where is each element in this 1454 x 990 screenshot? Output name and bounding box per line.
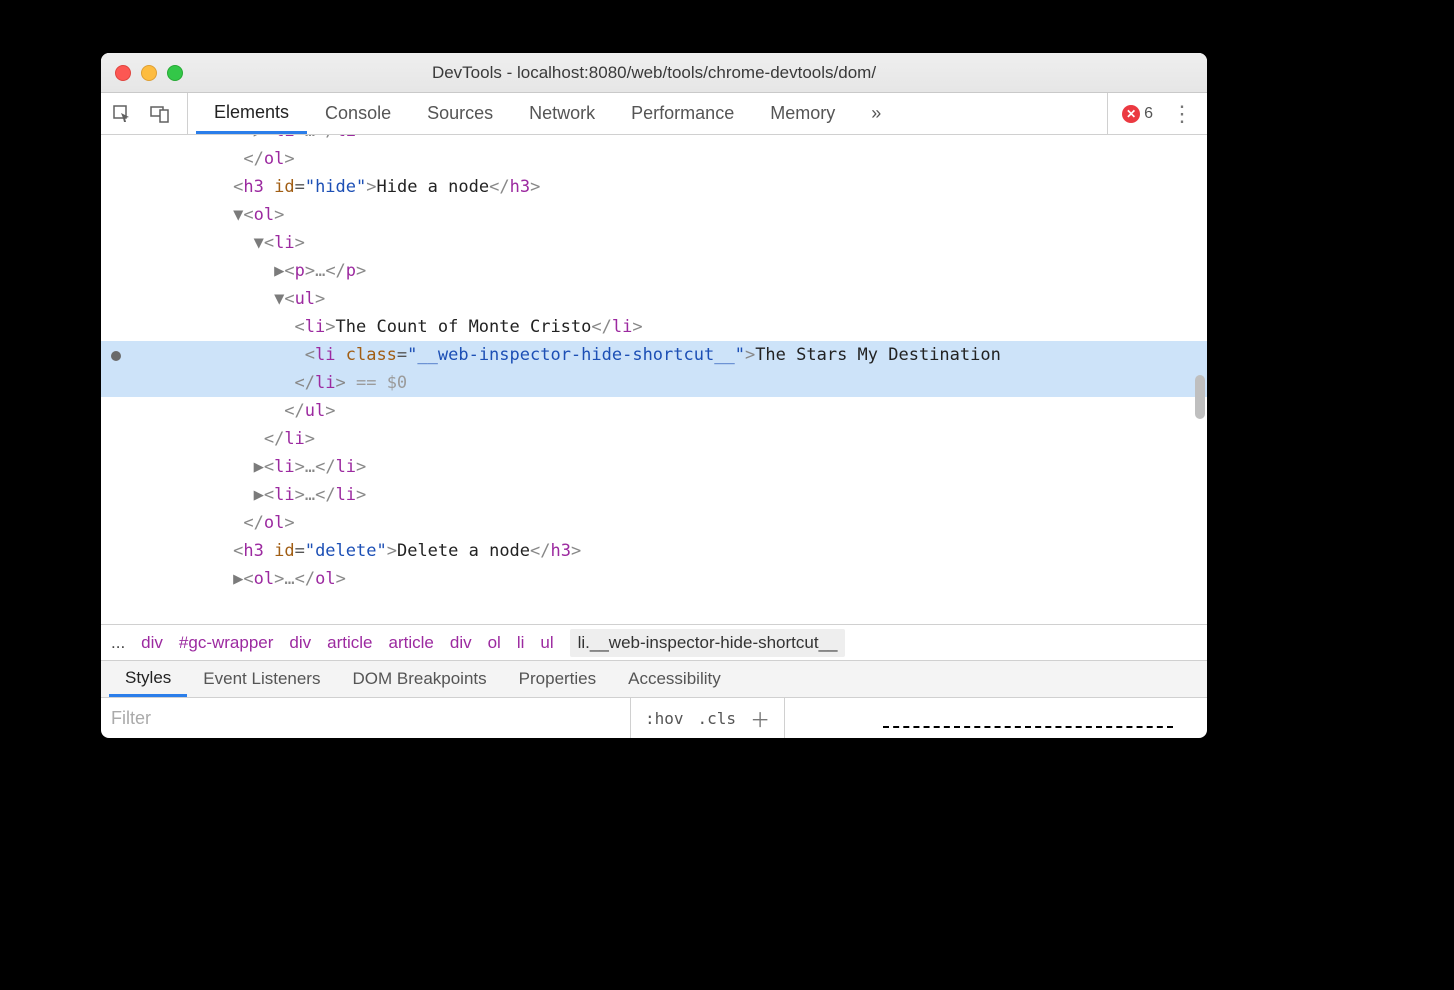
tab-sources[interactable]: Sources (409, 93, 511, 134)
dom-row[interactable]: <li>The Count of Monte Cristo</li> (101, 313, 1207, 341)
tab-memory[interactable]: Memory (752, 93, 853, 134)
box-model-margin-edge (883, 726, 1173, 730)
styles-toolbar: :hov .cls ＋ (101, 698, 1207, 738)
dom-row[interactable]: </li> == $0 (101, 369, 1207, 397)
breadcrumb-item[interactable]: li.__web-inspector-hide-shortcut__ (570, 629, 846, 657)
dom-row[interactable]: <li class="__web-inspector-hide-shortcut… (101, 341, 1207, 369)
styles-filter-input[interactable] (101, 708, 630, 729)
breadcrumb-item[interactable]: div (289, 633, 311, 653)
settings-menu-icon[interactable]: ⋮ (1167, 101, 1197, 127)
main-toolbar: Elements Console Sources Network Perform… (101, 93, 1207, 135)
dom-row[interactable]: <h3 id="delete">Delete a node</h3> (101, 537, 1207, 565)
breadcrumb-item[interactable]: ol (488, 633, 501, 653)
devtools-window: DevTools - localhost:8080/web/tools/chro… (101, 53, 1207, 738)
breadcrumb-item[interactable]: div (141, 633, 163, 653)
dom-row[interactable]: ▶<ol>…</ol> (101, 565, 1207, 593)
styles-subtabs: Styles Event Listeners DOM Breakpoints P… (101, 660, 1207, 698)
tab-console[interactable]: Console (307, 93, 409, 134)
dom-row[interactable]: </ol> (101, 509, 1207, 537)
breadcrumb-item[interactable]: div (450, 633, 472, 653)
dom-row[interactable]: ▼<ol> (101, 201, 1207, 229)
device-icon[interactable] (149, 103, 171, 125)
inspect-icon[interactable] (111, 103, 133, 125)
subtab-dom-breakpoints[interactable]: DOM Breakpoints (336, 661, 502, 697)
dom-row[interactable]: </li> (101, 425, 1207, 453)
titlebar: DevTools - localhost:8080/web/tools/chro… (101, 53, 1207, 93)
dom-row[interactable]: ▼<li> (101, 229, 1207, 257)
tabs-overflow[interactable]: » (853, 93, 899, 134)
dom-row[interactable]: ▶<p>…</p> (101, 257, 1207, 285)
breadcrumb-item[interactable]: #gc-wrapper (179, 633, 274, 653)
breadcrumb-item[interactable]: li (517, 633, 525, 653)
chevron-right-icon: » (871, 103, 881, 124)
cls-toggle[interactable]: .cls (698, 709, 737, 728)
error-count-badge[interactable]: ✕ 6 (1122, 105, 1153, 123)
dom-row[interactable]: ▶<li>…</li> (101, 135, 1207, 145)
dom-row[interactable]: ▶<li>…</li> (101, 453, 1207, 481)
new-style-rule-icon[interactable]: ＋ (750, 704, 770, 733)
tab-performance[interactable]: Performance (613, 93, 752, 134)
subtab-accessibility[interactable]: Accessibility (612, 661, 737, 697)
breadcrumb-item[interactable]: article (327, 633, 372, 653)
subtab-event-listeners[interactable]: Event Listeners (187, 661, 336, 697)
dom-row[interactable]: </ul> (101, 397, 1207, 425)
dom-row[interactable]: </ol> (101, 145, 1207, 173)
breadcrumb-item[interactable]: ... (111, 633, 125, 653)
breadcrumb: ...div#gc-wrapperdivarticlearticledivoll… (101, 624, 1207, 660)
box-model-preview (785, 698, 1207, 738)
hov-toggle[interactable]: :hov (645, 709, 684, 728)
window-title: DevTools - localhost:8080/web/tools/chro… (101, 63, 1207, 83)
panel-tabs: Elements Console Sources Network Perform… (188, 93, 1107, 134)
scrollbar-thumb[interactable] (1195, 375, 1205, 419)
breadcrumb-item[interactable]: ul (540, 633, 553, 653)
tab-elements[interactable]: Elements (196, 93, 307, 134)
dom-row[interactable]: ▼<ul> (101, 285, 1207, 313)
error-icon: ✕ (1122, 105, 1140, 123)
dom-row[interactable]: <h3 id="hide">Hide a node</h3> (101, 173, 1207, 201)
error-count: 6 (1144, 105, 1153, 123)
tab-network[interactable]: Network (511, 93, 613, 134)
dom-tree[interactable]: ▶<li>…</li> </ol> <h3 id="hide">Hide a n… (101, 135, 1207, 624)
subtab-properties[interactable]: Properties (503, 661, 612, 697)
subtab-styles[interactable]: Styles (109, 661, 187, 697)
breadcrumb-item[interactable]: article (389, 633, 434, 653)
dom-row[interactable]: ▶<li>…</li> (101, 481, 1207, 509)
